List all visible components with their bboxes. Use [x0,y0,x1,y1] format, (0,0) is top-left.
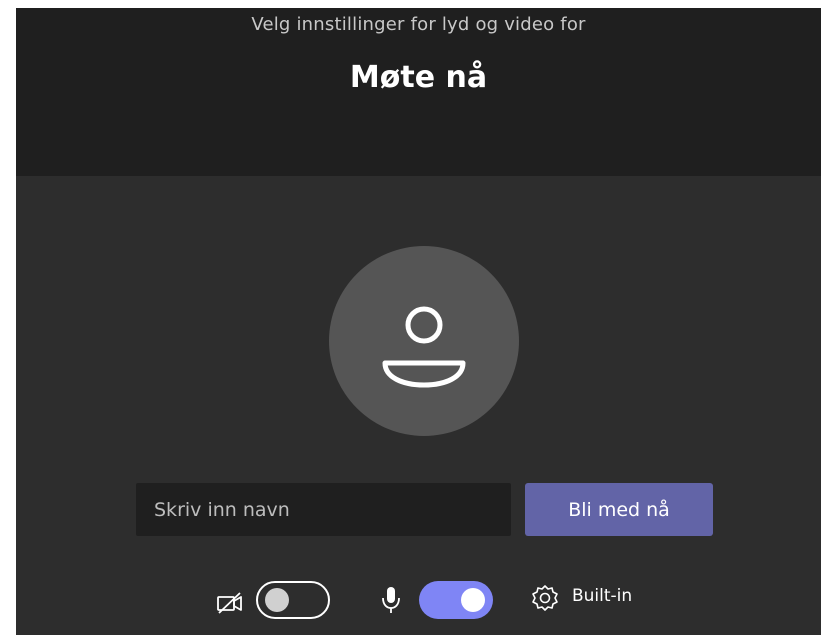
microphone-toggle[interactable] [419,581,493,619]
header-subtitle: Velg innstillinger for lyd og video for [251,14,586,35]
camera-toggle[interactable] [256,581,330,619]
microphone-toggle-knob [461,588,485,612]
avatar [329,246,519,436]
pre-join-screen: Velg innstillinger for lyd og video for … [16,8,821,635]
microphone-icon[interactable] [380,585,402,615]
join-now-button[interactable]: Bli med nå [525,483,713,536]
camera-off-icon[interactable] [216,591,244,615]
name-input[interactable] [136,483,511,536]
gear-icon[interactable] [530,583,560,613]
camera-toggle-knob [265,588,289,612]
meeting-title: Møte nå [349,60,488,95]
audio-device-label[interactable]: Built-in [572,586,632,606]
person-icon [382,306,466,388]
video-preview-panel: Bli med nå Built-in [16,176,821,635]
